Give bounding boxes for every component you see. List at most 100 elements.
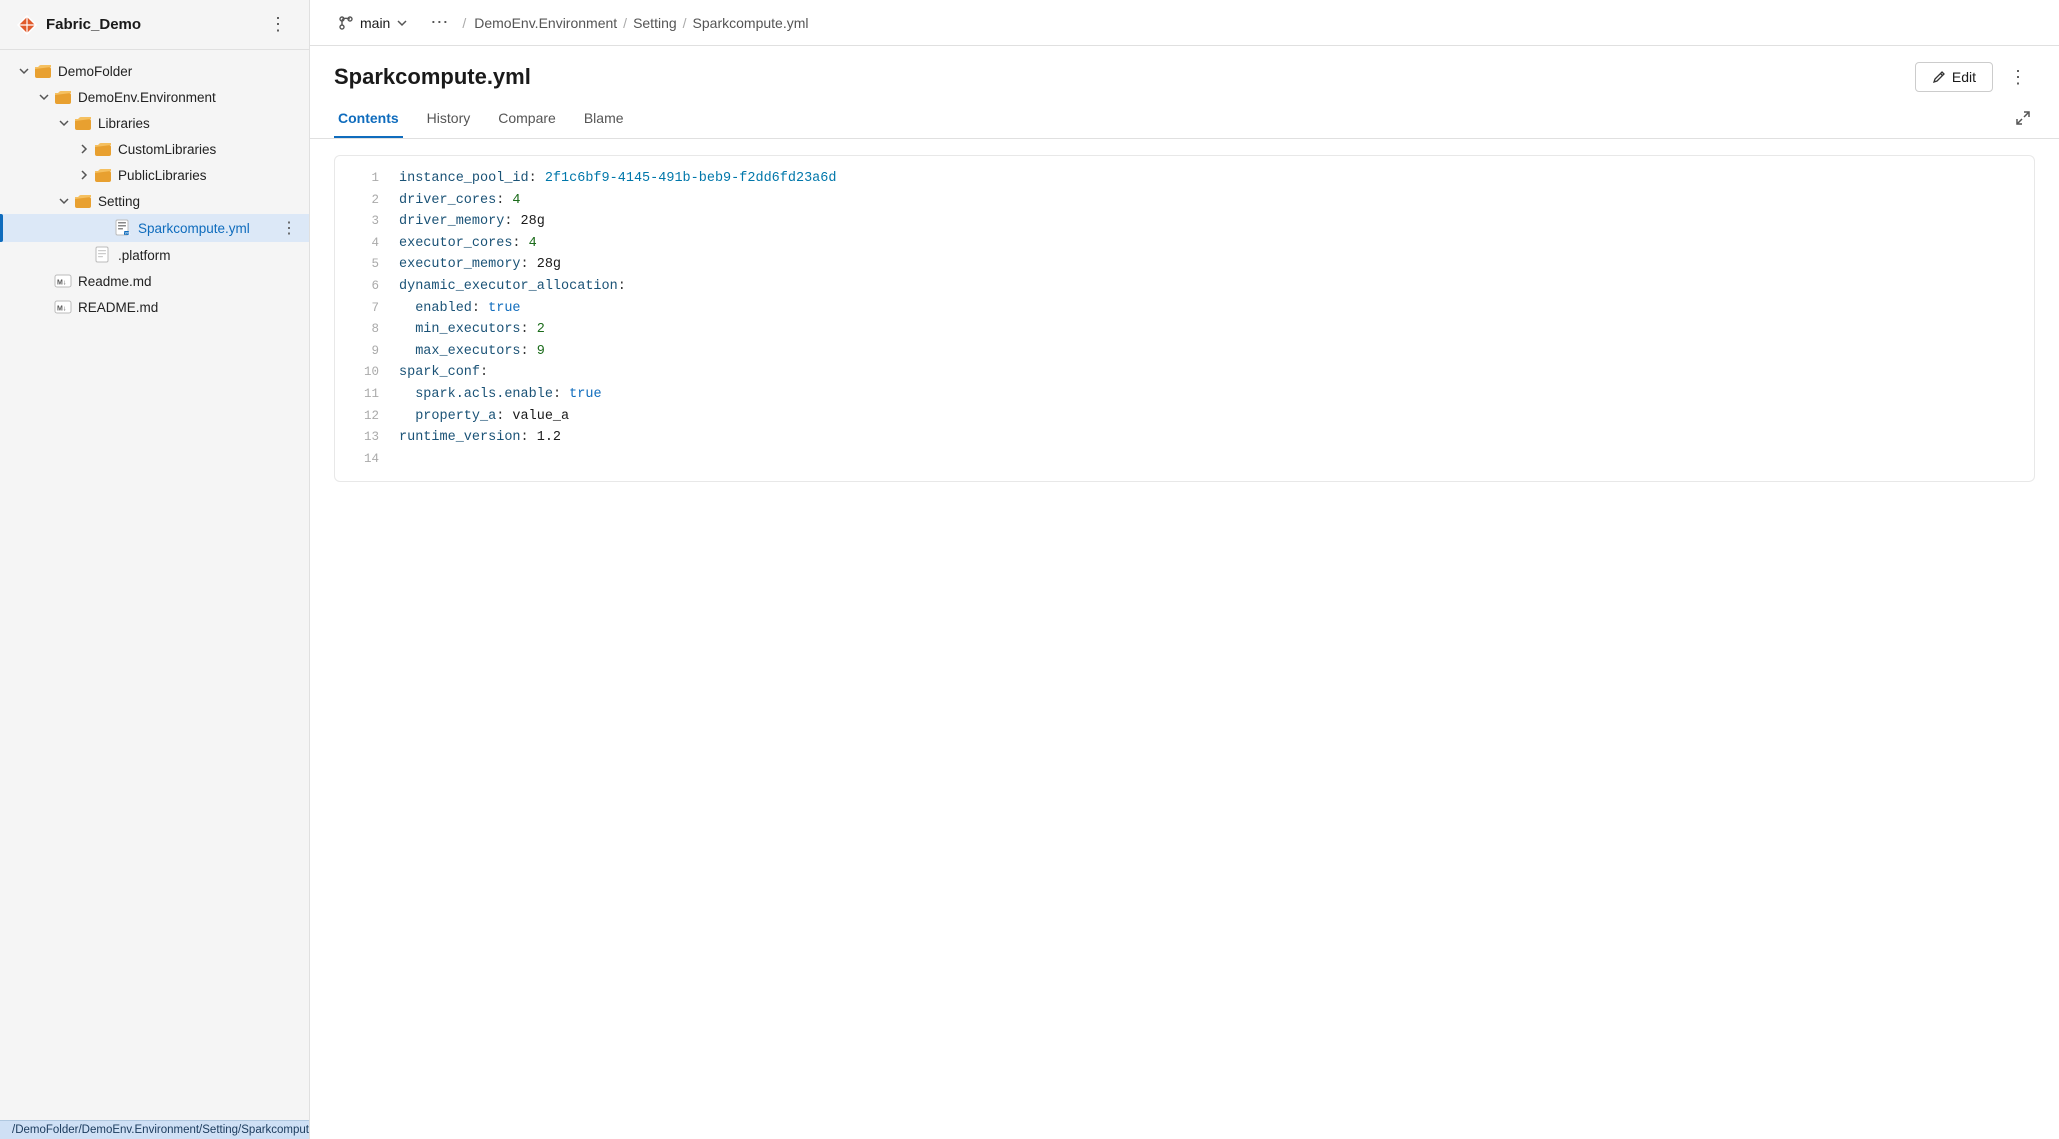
chevron-right-icon xyxy=(76,167,92,183)
spacer xyxy=(36,273,52,289)
folder-icon xyxy=(94,140,112,158)
branch-name: main xyxy=(360,15,390,31)
tree-item-demofolder[interactable]: DemoFolder xyxy=(0,58,309,84)
file-header: Sparkcompute.yml Edit ⋮ xyxy=(310,46,2059,92)
tree-item-label: CustomLibraries xyxy=(118,142,301,157)
branch-icon xyxy=(338,15,354,31)
spacer xyxy=(96,220,112,236)
spacer xyxy=(76,247,92,263)
tree-item-label: Libraries xyxy=(98,116,301,131)
code-line: 10 spark_conf: xyxy=(335,362,2034,384)
code-viewer: 1instance_pool_id: 2f1c6bf9-4145-491b-be… xyxy=(310,139,2059,1139)
breadcrumb-demoenv[interactable]: DemoEnv.Environment xyxy=(474,15,617,31)
breadcrumb: DemoEnv.Environment / Setting / Sparkcom… xyxy=(474,15,808,31)
line-content: spark_conf: xyxy=(399,362,488,384)
line-content: driver_cores: 4 xyxy=(399,190,521,212)
code-block: 1instance_pool_id: 2f1c6bf9-4145-491b-be… xyxy=(334,155,2035,482)
chevron-down-icon xyxy=(56,115,72,131)
tree-item-readme-md[interactable]: M↓ Readme.md xyxy=(0,268,309,294)
breadcrumb-setting[interactable]: Setting xyxy=(633,15,677,31)
expand-button[interactable] xyxy=(2011,106,2035,133)
tree-item-readme-cap[interactable]: M↓ README.md xyxy=(0,294,309,320)
tabs-bar: Contents History Compare Blame xyxy=(310,100,2059,139)
tree-item-sparkcompute[interactable]: YML Sparkcompute.yml ⋮ xyxy=(0,214,309,242)
breadcrumb-separator: / xyxy=(623,15,627,31)
line-number: 10 xyxy=(351,362,379,382)
tree-item-platform[interactable]: .platform xyxy=(0,242,309,268)
chevron-down-icon xyxy=(56,193,72,209)
tree-item-label: DemoFolder xyxy=(58,64,301,79)
line-content: enabled: true xyxy=(399,298,521,320)
yml-file-icon: YML xyxy=(114,219,132,237)
tab-contents[interactable]: Contents xyxy=(334,100,403,138)
line-content: max_executors: 9 xyxy=(399,341,545,363)
code-line: 8 min_executors: 2 xyxy=(335,319,2034,341)
top-bar: main ⋯ / DemoEnv.Environment / Setting /… xyxy=(310,0,2059,46)
line-number: 6 xyxy=(351,276,379,296)
line-number: 1 xyxy=(351,168,379,188)
line-number: 9 xyxy=(351,341,379,361)
line-number: 14 xyxy=(351,449,379,469)
tree-item-demoenv[interactable]: DemoEnv.Environment xyxy=(0,84,309,110)
line-content: min_executors: 2 xyxy=(399,319,545,341)
line-number: 4 xyxy=(351,233,379,253)
line-content: spark.acls.enable: true xyxy=(399,384,602,406)
code-line: 5executor_memory: 28g xyxy=(335,254,2034,276)
tab-history[interactable]: History xyxy=(423,100,475,138)
line-content: property_a: value_a xyxy=(399,406,569,428)
status-bar-text: /DemoFolder/DemoEnv.Environment/Setting/… xyxy=(12,1124,310,1136)
sidebar-more-button[interactable]: ⋮ xyxy=(263,12,293,37)
branch-selector[interactable]: main xyxy=(330,11,416,35)
line-content: driver_memory: 28g xyxy=(399,211,545,233)
code-line: 7 enabled: true xyxy=(335,298,2034,320)
line-number: 5 xyxy=(351,254,379,274)
chevron-down-icon xyxy=(36,89,52,105)
tree-item-customlibs[interactable]: CustomLibraries xyxy=(0,136,309,162)
tree-item-label: Readme.md xyxy=(78,274,301,289)
line-content: executor_cores: 4 xyxy=(399,233,537,255)
markdown-file-icon: M↓ xyxy=(54,298,72,316)
folder-icon xyxy=(74,192,92,210)
svg-text:YML: YML xyxy=(125,232,131,236)
tree-item-label: Sparkcompute.yml xyxy=(138,221,277,236)
edit-button[interactable]: Edit xyxy=(1915,62,1993,92)
spacer xyxy=(36,299,52,315)
code-line: 11 spark.acls.enable: true xyxy=(335,384,2034,406)
tree-item-setting[interactable]: Setting xyxy=(0,188,309,214)
tree-item-more-button[interactable]: ⋮ xyxy=(277,218,301,238)
file-header-more-button[interactable]: ⋮ xyxy=(2001,65,2035,90)
tree-item-libraries[interactable]: Libraries xyxy=(0,110,309,136)
line-number: 8 xyxy=(351,319,379,339)
tree-item-label: Setting xyxy=(98,194,301,209)
chevron-down-icon xyxy=(396,17,408,29)
sidebar-title: Fabric_Demo xyxy=(16,14,141,36)
tab-compare[interactable]: Compare xyxy=(494,100,560,138)
edit-button-label: Edit xyxy=(1952,69,1976,85)
topbar-more-button[interactable]: ⋯ xyxy=(424,10,454,35)
breadcrumb-separator: / xyxy=(683,15,687,31)
code-line: 14 xyxy=(335,449,2034,469)
code-line: 12 property_a: value_a xyxy=(335,406,2034,428)
tree-item-label: README.md xyxy=(78,300,301,315)
line-number: 2 xyxy=(351,190,379,210)
code-line: 6 dynamic_executor_allocation: xyxy=(335,276,2034,298)
chevron-down-icon xyxy=(16,63,32,79)
breadcrumb-current-file: Sparkcompute.yml xyxy=(693,15,809,31)
tree-item-publiclibs[interactable]: PublicLibraries xyxy=(0,162,309,188)
app-title: Fabric_Demo xyxy=(46,16,141,33)
sidebar-header: Fabric_Demo ⋮ xyxy=(0,0,309,50)
code-line: 13 runtime_version: 1.2 xyxy=(335,427,2034,449)
folder-icon xyxy=(74,114,92,132)
line-content: runtime_version: 1.2 xyxy=(399,427,561,449)
main-content: main ⋯ / DemoEnv.Environment / Setting /… xyxy=(310,0,2059,1139)
svg-text:M↓: M↓ xyxy=(57,280,66,287)
tree-item-label: .platform xyxy=(118,248,301,263)
line-number: 3 xyxy=(351,211,379,231)
tab-blame[interactable]: Blame xyxy=(580,100,628,138)
code-line: 2 driver_cores: 4 xyxy=(335,190,2034,212)
line-content: dynamic_executor_allocation: xyxy=(399,276,626,298)
tree-item-label: PublicLibraries xyxy=(118,168,301,183)
status-bar: /DemoFolder/DemoEnv.Environment/Setting/… xyxy=(0,1120,309,1139)
line-number: 13 xyxy=(351,427,379,447)
file-tree: DemoFolder DemoEnv.Environment xyxy=(0,50,309,1120)
